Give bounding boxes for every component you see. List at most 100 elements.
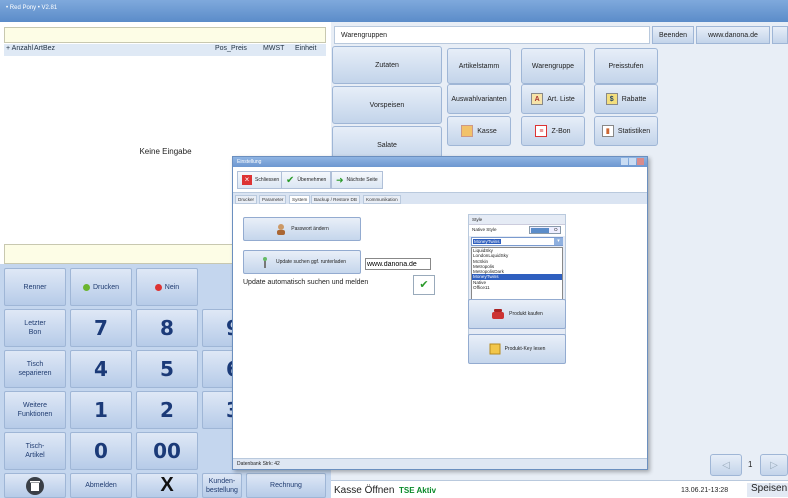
passwort-aendern-button[interactable]: Passwort ändern (243, 217, 361, 241)
discount-icon: $ (605, 93, 618, 105)
trash-icon (26, 476, 44, 495)
minimize-button[interactable] (772, 26, 788, 44)
dialog-maximize-icon[interactable] (629, 158, 636, 165)
tab-drucker[interactable]: Drucker (235, 195, 258, 204)
style-option[interactable]: Office11 (472, 285, 562, 290)
rechnung-button[interactable]: Rechnung (246, 473, 326, 498)
produkt-kaufen-label: Produkt kaufen (509, 311, 543, 317)
auswahlvarianten-button[interactable]: Auswahlvarianten (447, 84, 511, 114)
weitere-funktionen-button[interactable]: Weitere Funktionen (4, 391, 66, 429)
art-liste-label: Art. Liste (547, 95, 575, 103)
col-mwst: MWST (263, 45, 285, 52)
abmelden-button[interactable]: Abmelden (70, 473, 132, 498)
cancel-x-button[interactable]: X (136, 473, 198, 498)
next-arrow-icon: ➜ (336, 174, 344, 185)
update-label: Update suchen ggf. runterladen (275, 259, 347, 265)
toggle-value: O (554, 227, 558, 232)
tisch-artikel-button[interactable]: Tisch- Artikel (4, 432, 66, 470)
group-vorspeisen[interactable]: Vorspeisen (332, 86, 442, 124)
kundenbestellung-button[interactable]: Kunden- bestellung (202, 473, 242, 498)
dialog-title: Einstellung (237, 159, 262, 165)
style-list[interactable]: LiquidSky LondonLiquidSky McSkin Metropo… (471, 247, 563, 305)
key-7[interactable]: 7 (70, 309, 132, 347)
native-style-toggle[interactable]: O (529, 226, 561, 234)
kasse-button[interactable]: Kasse (447, 116, 511, 146)
style-dropdown[interactable]: MoneyTwins ▾ (471, 237, 563, 246)
key-5[interactable]: 5 (136, 350, 198, 388)
settings-dialog: Einstellung × Schliessen ✔ Übernehmen ➜ Näc… (232, 156, 648, 470)
key-00[interactable]: 00 (136, 432, 198, 470)
auto-update-checkbox[interactable]: ✔ (413, 275, 435, 295)
key-2[interactable]: 2 (136, 391, 198, 429)
col-einheit: Einheit (295, 45, 317, 52)
speisen-tab[interactable]: Speisen (747, 483, 788, 497)
order-table-header: + Anzahl ArtBez Pos_Preis MWST Einheit (4, 44, 326, 56)
tab-kommunikation[interactable]: Kommunikation (363, 195, 401, 204)
col-anzahl: + Anzahl (6, 45, 34, 52)
phone-icon (492, 309, 505, 319)
z-bon-icon: ≡ (535, 125, 548, 137)
update-url-field[interactable] (365, 258, 431, 270)
window-title-bar: • Red Pony • V2.81 (0, 0, 788, 22)
warengruppe-button[interactable]: Warengruppe (521, 48, 585, 84)
produkt-key-button[interactable]: Produkt-Key lesen (468, 334, 566, 364)
uebernehmen-label: Übernehmen (297, 177, 327, 183)
trash-button[interactable] (4, 473, 66, 498)
close-x-icon: × (242, 175, 252, 185)
art-liste-button[interactable]: A Art. Liste (521, 84, 585, 114)
key-0[interactable]: 0 (70, 432, 132, 470)
statistiken-button[interactable]: ▮ Statistiken (594, 116, 658, 146)
schliessen-button[interactable]: × Schliessen (237, 171, 285, 189)
dialog-toolbar: × Schliessen ✔ Übernehmen ➜ Nächste Seite (233, 167, 647, 193)
tisch-separieren-button[interactable]: Tisch separieren (4, 350, 66, 388)
empty-order-message: Keine Eingabe (139, 147, 192, 156)
book-icon: A (531, 93, 544, 105)
key-4[interactable]: 4 (70, 350, 132, 388)
website-button[interactable]: www.danona.de (696, 26, 770, 44)
letzter-bon-button[interactable]: Letzter Bon (4, 309, 66, 347)
renner-button[interactable]: Renner (4, 268, 66, 306)
tab-system[interactable]: System (289, 195, 311, 204)
warengruppen-header: Warengruppen (334, 26, 650, 44)
tab-parameter[interactable]: Parameter (259, 195, 287, 204)
prev-page-button[interactable]: ◁ (710, 454, 742, 476)
statistiken-label: Statistiken (617, 127, 651, 135)
kasse-oeffnen-button[interactable]: Kasse Öffnen (334, 485, 394, 496)
key-8[interactable]: 8 (136, 309, 198, 347)
datetime: 13.06.21-13:28 (681, 487, 729, 494)
z-bon-button[interactable]: ≡ Z-Bon (521, 116, 585, 146)
artikelstamm-button[interactable]: Artikelstamm (447, 48, 511, 84)
preisstufen-button[interactable]: Preisstufen (594, 48, 658, 84)
dialog-close-icon[interactable] (637, 158, 644, 165)
order-input-field[interactable] (4, 27, 326, 43)
check-icon: ✔ (286, 174, 295, 186)
dialog-tabs: Drucker Parameter System Backup / Restor… (233, 195, 647, 204)
arrow-right-icon: ▷ (770, 459, 778, 471)
arrow-left-icon: ◁ (722, 459, 730, 471)
native-style-label: Native Style (472, 227, 497, 232)
group-zutaten[interactable]: Zutaten (332, 46, 442, 84)
produkt-key-label: Produkt-Key lesen (504, 346, 546, 352)
rabatte-button[interactable]: $ Rabatte (594, 84, 658, 114)
naechste-seite-button[interactable]: ➜ Nächste Seite (331, 171, 383, 189)
produkt-kaufen-button[interactable]: Produkt kaufen (468, 299, 566, 329)
dialog-minimize-icon[interactable] (621, 158, 628, 165)
bar-chart-icon: ▮ (601, 125, 614, 137)
passwort-label: Passwort ändern (291, 226, 329, 232)
app-title: • Red Pony • V2.81 (6, 5, 58, 11)
beenden-button[interactable]: Beenden (652, 26, 694, 44)
tab-backup-restore[interactable]: Backup / Restore DB (311, 195, 360, 204)
drucken-button[interactable]: Drucken (70, 268, 132, 306)
red-circle-icon (154, 283, 162, 291)
page-number: 1 (748, 460, 753, 469)
nein-button[interactable]: Nein (136, 268, 198, 306)
tse-status: TSE Aktiv (399, 486, 437, 495)
col-artbez: ArtBez (34, 45, 56, 52)
update-suchen-button[interactable]: Update suchen ggf. runterladen (243, 250, 361, 274)
z-bon-label: Z-Bon (551, 127, 571, 135)
antenna-icon (262, 257, 267, 268)
schliessen-label: Schliessen (255, 177, 280, 183)
key-1[interactable]: 1 (70, 391, 132, 429)
next-page-button[interactable]: ▷ (760, 454, 788, 476)
uebernehmen-button[interactable]: ✔ Übernehmen (281, 171, 332, 189)
